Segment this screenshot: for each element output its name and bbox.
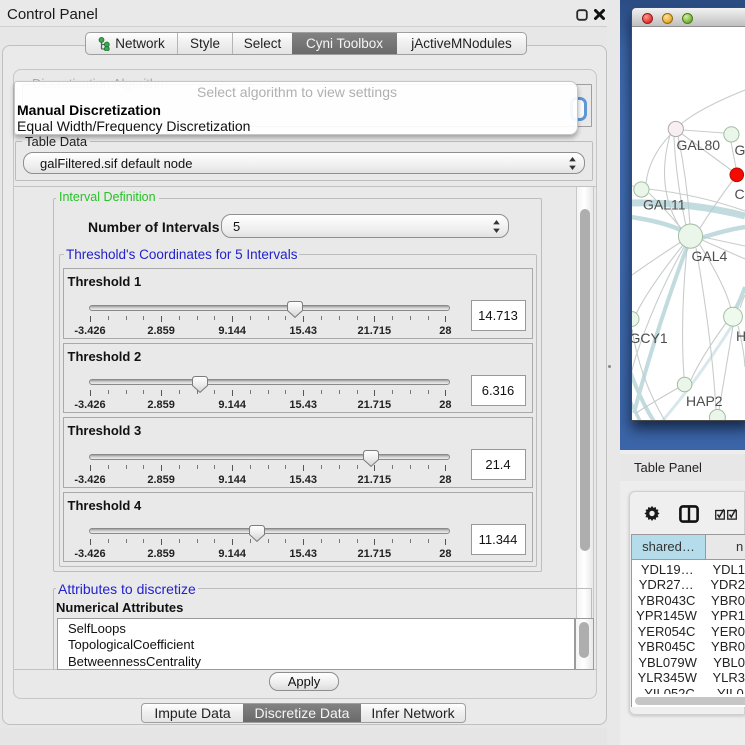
svg-text:GAL4: GAL4 (692, 248, 728, 264)
svg-text:C: C (735, 186, 745, 202)
svg-text:GAL11: GAL11 (643, 197, 686, 213)
svg-text:HAP2: HAP2 (686, 393, 723, 409)
svg-text:GCY1: GCY1 (632, 330, 668, 346)
svg-text:H: H (736, 328, 745, 344)
svg-text:GA: GA (735, 142, 745, 158)
svg-text:GAL80: GAL80 (677, 137, 721, 153)
